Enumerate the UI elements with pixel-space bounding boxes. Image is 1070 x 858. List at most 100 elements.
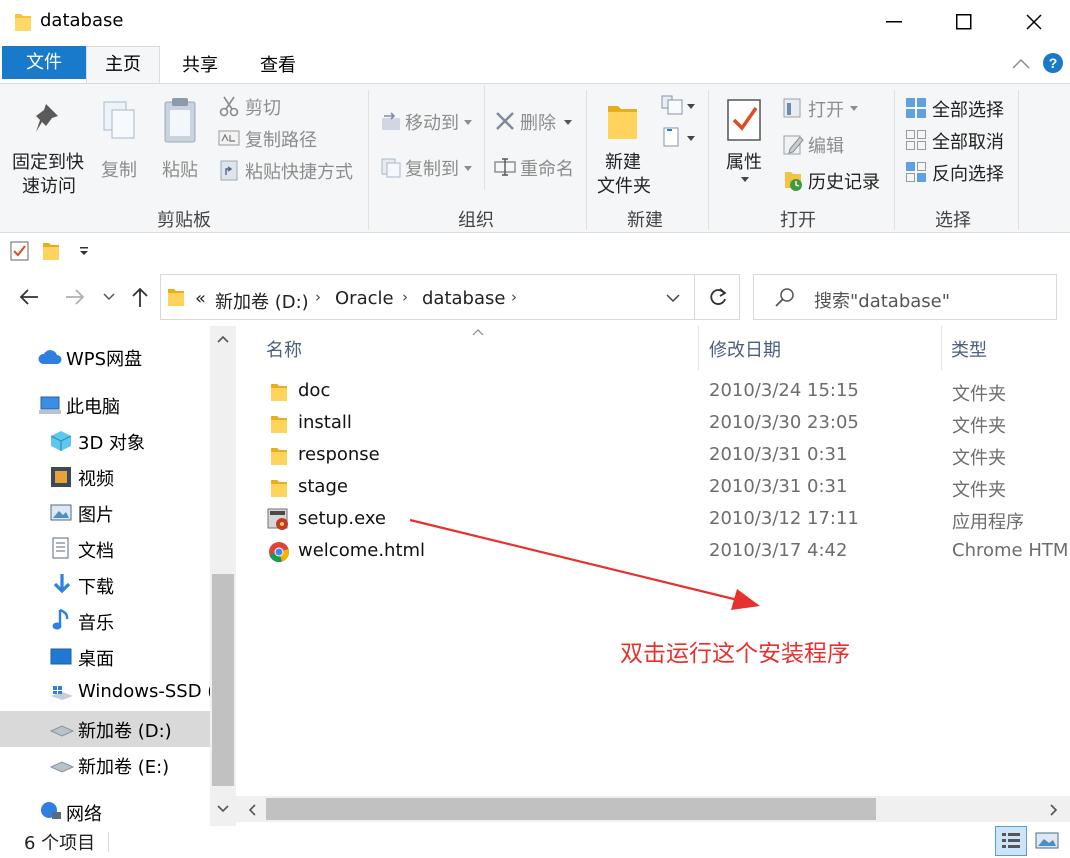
recent-locations-chevron-icon[interactable] (103, 293, 115, 301)
cube-3d-icon (50, 431, 72, 451)
nav-item-videos[interactable]: 视频 (0, 459, 210, 495)
chevron-up-icon[interactable] (1012, 58, 1030, 70)
breadcrumb-oracle[interactable]: Oracle (335, 288, 394, 309)
invert-selection-button[interactable]: 反向选择 (902, 158, 1014, 186)
copy-icon (103, 101, 135, 139)
nav-item-drive-e[interactable]: 新加卷 (E:) (0, 747, 210, 783)
nav-item-this-pc[interactable]: 此电脑 (0, 387, 210, 423)
tab-view[interactable]: 查看 (243, 50, 313, 84)
breadcrumb-separator-icon[interactable]: › (315, 288, 321, 306)
installer-icon (267, 508, 288, 530)
scroll-right-arrow-icon[interactable] (1050, 804, 1058, 816)
history-button[interactable]: 历史记录 (780, 166, 890, 194)
column-header-date[interactable]: 修改日期 (709, 336, 781, 362)
file-list: 名称 修改日期 类型 doc 2010/3/24 15:15 文件夹 insta… (236, 326, 1070, 826)
breadcrumb-overflow[interactable]: « (195, 288, 206, 309)
move-to-icon (382, 112, 400, 130)
open-button[interactable]: 打开 (780, 94, 890, 122)
scroll-down-arrow-icon[interactable] (217, 805, 229, 813)
address-bar[interactable]: « 新加卷 (D:) › Oracle › database › (160, 274, 740, 320)
refresh-button[interactable] (694, 274, 740, 320)
nav-item-desktop[interactable]: 桌面 (0, 639, 210, 675)
cut-label: 剪切 (245, 98, 281, 119)
nav-item-3d-objects[interactable]: 3D 对象 (0, 423, 210, 459)
rename-button[interactable]: 重命名 (492, 150, 578, 184)
nav-item-drive-d[interactable]: 新加卷 (D:) (0, 711, 210, 747)
nav-item-downloads[interactable]: 下载 (0, 567, 210, 603)
address-history-chevron-icon[interactable] (666, 294, 680, 303)
file-row-install[interactable]: install 2010/3/30 23:05 文件夹 (260, 408, 1070, 440)
customize-dropdown-icon[interactable] (78, 247, 90, 257)
file-row-doc[interactable]: doc 2010/3/24 15:15 文件夹 (260, 376, 1070, 408)
back-arrow-icon[interactable] (18, 288, 40, 306)
breadcrumb-database[interactable]: database (422, 288, 505, 309)
nav-item-documents[interactable]: 文档 (0, 531, 210, 567)
rename-icon (494, 158, 516, 176)
invert-selection-icon (906, 162, 926, 182)
nav-scrollbar[interactable] (210, 326, 236, 826)
paste-button[interactable]: 粘贴 (152, 92, 210, 204)
history-label: 历史记录 (808, 172, 880, 193)
nav-item-network[interactable]: 网络 (0, 794, 210, 830)
tab-file[interactable]: 文件 (2, 46, 86, 79)
file-row-stage[interactable]: stage 2010/3/31 0:31 文件夹 (260, 472, 1070, 504)
cut-button[interactable]: 剪切 (214, 92, 364, 120)
nav-scroll-thumb[interactable] (212, 574, 234, 786)
up-arrow-icon[interactable] (130, 286, 150, 308)
annotation-text: 双击运行这个安装程序 (620, 641, 850, 667)
move-to-button[interactable]: 移动到 (376, 104, 476, 138)
file-type: 文件夹 (952, 480, 1006, 501)
delete-button[interactable]: 删除 (492, 104, 578, 138)
nav-item-windows-ssd[interactable]: Windows-SSD ( (0, 675, 210, 711)
scroll-left-arrow-icon[interactable] (248, 804, 256, 816)
new-folder-button[interactable]: 新建 文件夹 (592, 92, 658, 204)
pin-icon (36, 104, 58, 132)
scroll-up-arrow-icon[interactable] (217, 335, 229, 343)
folder-icon[interactable] (42, 241, 60, 261)
breadcrumb-drive[interactable]: 新加卷 (D:) (215, 288, 309, 314)
copy-path-button[interactable]: 复制路径 (214, 124, 364, 152)
help-icon[interactable]: ? (1042, 52, 1064, 74)
copy-button[interactable]: 复制 (94, 92, 146, 204)
navigation-pane: WPS网盘 此电脑 3D 对象 视频 图片 文档 下载 音乐 桌面 Window… (0, 326, 236, 826)
pin-quick-access-button[interactable]: 固定到快 速访问 (4, 92, 92, 204)
forward-arrow-icon[interactable] (64, 288, 86, 306)
properties-button[interactable]: 属性 (716, 92, 774, 204)
select-all-button[interactable]: 全部选择 (902, 94, 1014, 122)
details-view-button[interactable] (995, 826, 1027, 856)
tab-share[interactable]: 共享 (165, 50, 235, 84)
new-folder-label-line1: 新建 (605, 152, 641, 173)
column-divider[interactable] (698, 326, 699, 370)
list-horizontal-scrollbar[interactable] (236, 796, 1070, 822)
minimize-button[interactable] (871, 0, 917, 44)
paste-shortcut-button[interactable]: 粘贴快捷方式 (214, 156, 364, 184)
nav-item-music[interactable]: 音乐 (0, 603, 210, 639)
list-scroll-thumb[interactable] (266, 798, 876, 820)
column-header-name[interactable]: 名称 (266, 336, 302, 362)
nav-item-wps-cloud[interactable]: WPS网盘 (0, 339, 210, 375)
nav-label: 此电脑 (66, 397, 120, 418)
search-input[interactable]: 搜索"database" (753, 274, 1057, 320)
column-divider[interactable] (941, 326, 942, 370)
tab-home[interactable]: 主页 (86, 46, 160, 84)
properties-label: 属性 (726, 152, 762, 173)
ribbon-separator (1018, 90, 1019, 230)
properties-icon[interactable] (10, 241, 30, 261)
close-button[interactable] (1011, 0, 1057, 44)
clipboard-group-label: 剪贴板 (157, 210, 211, 231)
large-icons-view-button[interactable] (1032, 826, 1062, 856)
nav-item-pictures[interactable]: 图片 (0, 495, 210, 531)
select-none-button[interactable]: 全部取消 (902, 126, 1014, 154)
file-row-response[interactable]: response 2010/3/31 0:31 文件夹 (260, 440, 1070, 472)
breadcrumb-separator-icon[interactable]: › (402, 288, 408, 306)
maximize-button[interactable] (941, 0, 987, 44)
edit-button[interactable]: 编辑 (780, 130, 890, 158)
easy-access-button[interactable] (660, 126, 700, 152)
nav-label: 图片 (78, 505, 114, 526)
breadcrumb-separator-icon[interactable]: › (511, 288, 517, 306)
column-header-type[interactable]: 类型 (951, 336, 987, 362)
folder-icon (271, 448, 287, 465)
new-item-button[interactable] (660, 94, 700, 120)
copy-to-button[interactable]: 复制到 (376, 150, 476, 184)
document-icon (52, 537, 69, 559)
